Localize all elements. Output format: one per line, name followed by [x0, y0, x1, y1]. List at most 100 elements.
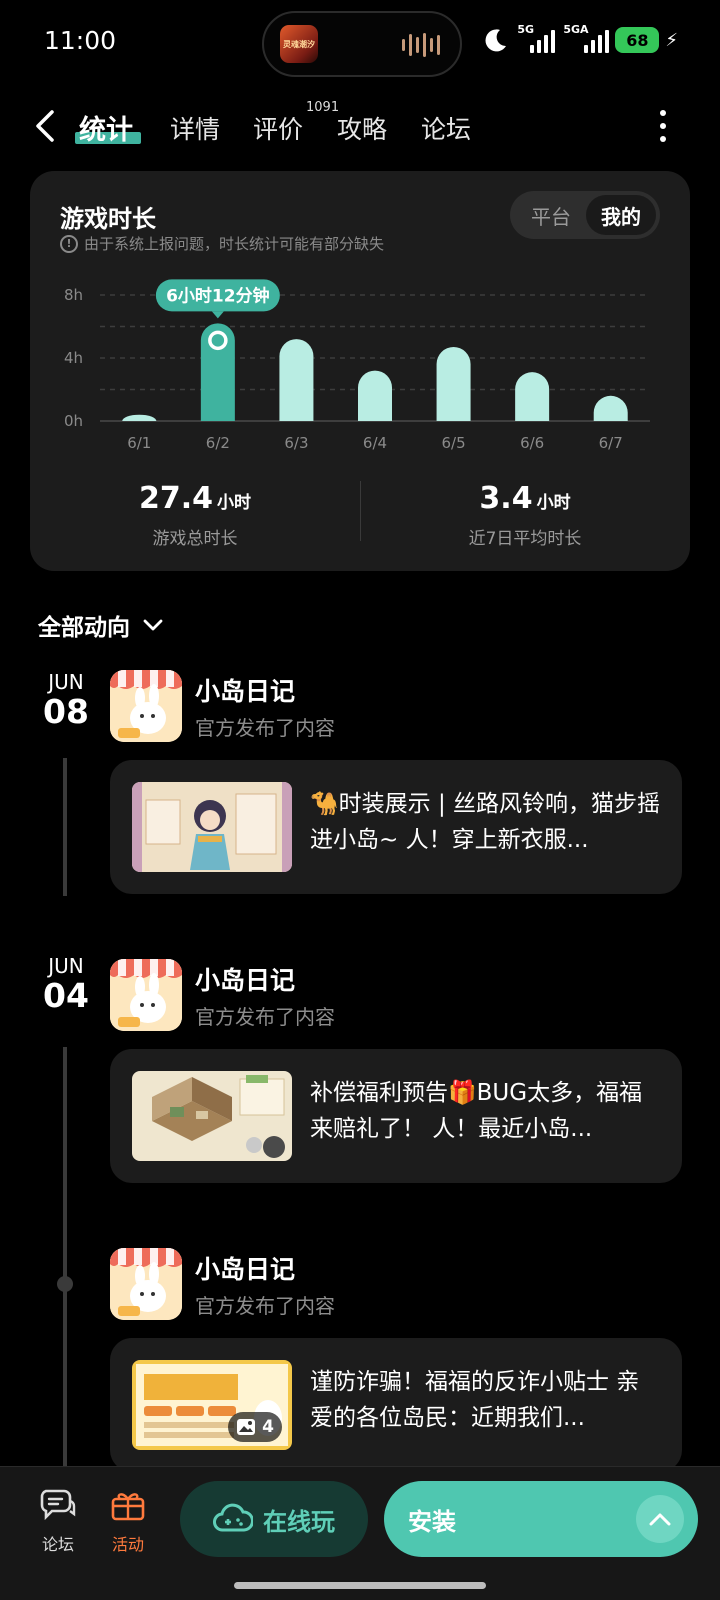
info-icon: !	[60, 234, 78, 253]
post-card[interactable]: 🐪时装展示 | 丝路风铃响，猫步摇进小岛~ 人！穿上新衣服...	[110, 760, 682, 894]
post-action: 官方发布了内容	[195, 716, 335, 740]
date-month: JUN	[48, 670, 84, 694]
timeline-dot	[57, 1276, 73, 1292]
tab-guides[interactable]: 攻略	[337, 110, 387, 146]
activity-label: 活动	[111, 1535, 144, 1554]
chart-bar-6-2[interactable]	[200, 323, 235, 421]
tab-reviews[interactable]: 评价	[253, 110, 303, 146]
card-note: ! 由于系统上报问题，时长统计可能有部分缺失	[60, 233, 384, 254]
card-title: 游戏时长	[60, 205, 156, 233]
forum-button[interactable]: 论坛	[28, 1487, 88, 1555]
y-tick-label: 0h	[64, 412, 83, 430]
avg-label: 近7日平均时长	[468, 529, 582, 549]
island-app-label: 灵魂潮汐	[283, 39, 315, 49]
play-online-button[interactable]: 在线玩	[180, 1481, 368, 1557]
x-tick-label: 6/3	[284, 434, 308, 452]
chart-bar-6-3[interactable]	[279, 339, 314, 421]
bottom-action-bar: 论坛 活动 在线玩 安装	[0, 1466, 720, 1600]
y-tick-label: 4h	[64, 349, 83, 367]
chart-bar-6-4[interactable]	[358, 370, 392, 421]
chart-bar-6-7[interactable]	[593, 395, 628, 421]
chevron-up-icon	[649, 1513, 671, 1526]
gift-icon	[111, 1493, 145, 1521]
activity-filter-dropdown[interactable]: 全部动向	[38, 608, 164, 642]
avg-value: 3.4	[479, 481, 533, 516]
home-indicator[interactable]	[234, 1582, 486, 1589]
post-thumbnail: 4	[132, 1360, 292, 1450]
tab-forum[interactable]: 论坛	[421, 110, 471, 146]
image-count: 4	[262, 1417, 274, 1437]
post-text: 谨防诈骗！福福的反诈小贴士 亲爱的各位岛民：近期我们...	[310, 1369, 640, 1431]
status-bar: 11:00 灵魂潮汐 5G 5GA 68 ⚡	[0, 0, 720, 86]
dynamic-island[interactable]: 灵魂潮汐	[262, 11, 462, 77]
signal-icon: 5GA	[561, 23, 610, 55]
app-icon: 灵魂潮汐	[280, 25, 318, 63]
review-count-badge: 1091	[306, 100, 340, 115]
date-day: 08	[43, 692, 89, 731]
image-count-badge: 4	[228, 1412, 282, 1442]
post-action: 官方发布了内容	[195, 1005, 335, 1029]
activity-button[interactable]: 活动	[98, 1487, 158, 1555]
tab-details[interactable]: 详情	[170, 110, 220, 146]
top-nav: 统计 详情 评价 1091 攻略 论坛	[0, 100, 720, 156]
date-month: JUN	[48, 954, 84, 978]
install-label: 安装	[408, 1508, 456, 1536]
tooltip-text: 6小时12分钟	[166, 285, 270, 306]
post-card[interactable]: 4 谨防诈骗！福福的反诈小贴士 亲爱的各位岛民：近期我们...	[110, 1338, 682, 1472]
clock: 11:00	[44, 26, 117, 55]
date-day: 04	[43, 976, 89, 1015]
poster-name[interactable]: 小岛日记	[195, 672, 295, 708]
play-online-label: 在线玩	[263, 1507, 335, 1536]
poster-name[interactable]: 小岛日记	[195, 1250, 295, 1286]
total-value: 27.4	[138, 481, 214, 516]
playtime-summary: 27.4 小时 游戏总时长 3.4 小时 近7日平均时长	[30, 481, 690, 551]
total-label: 游戏总时长	[152, 529, 238, 549]
image-icon	[237, 1419, 256, 1435]
playtime-bar-chart: 0h 4h 8h 6/1 6/2 6小时12分钟 6/3 6/4 6/5 6/6 6/7	[64, 279, 650, 452]
chat-bubbles-icon	[40, 1489, 76, 1521]
filter-label: 全部动向	[38, 615, 130, 641]
forum-label: 论坛	[41, 1535, 74, 1554]
avatar[interactable]	[110, 1248, 182, 1320]
timeline-line	[63, 1047, 67, 1466]
more-options-icon[interactable]	[658, 110, 668, 142]
moon-icon	[485, 29, 507, 52]
feed-date: JUN 04	[38, 954, 94, 1015]
x-tick-label: 6/5	[442, 434, 466, 452]
x-tick-label: 6/4	[363, 434, 387, 452]
toggle-mine[interactable]: 我的	[586, 195, 656, 235]
y-tick-label: 8h	[64, 286, 83, 304]
signal-icon: 5G	[515, 23, 556, 55]
cloud-gamepad-icon	[213, 1503, 253, 1532]
note-text: 由于系统上报问题，时长统计可能有部分缺失	[84, 235, 385, 253]
x-tick-label: 6/1	[127, 434, 151, 452]
expand-up-button[interactable]	[636, 1495, 684, 1543]
x-tick-label: 6/2	[206, 434, 230, 452]
chart-bar-6-5[interactable]	[436, 346, 471, 421]
back-arrow-icon[interactable]	[30, 104, 70, 148]
chart-bar-6-6[interactable]	[515, 372, 550, 421]
avg-unit: 小时	[536, 493, 571, 513]
toggle-platform[interactable]: 平台	[516, 195, 586, 235]
tab-statistics[interactable]: 统计	[79, 108, 133, 147]
timeline-line	[63, 758, 67, 896]
system-icons: 5G 5GA 68 ⚡	[483, 22, 678, 58]
chevron-down-icon	[143, 619, 163, 631]
avatar[interactable]	[110, 670, 182, 742]
post-card[interactable]: 补偿福利预告🎁BUG太多，福福来赔礼了！ 人！最近小岛...	[110, 1049, 682, 1183]
total-playtime: 27.4 小时 游戏总时长	[30, 481, 360, 549]
install-button[interactable]: 安装	[384, 1481, 698, 1557]
chart-bar-6-1[interactable]	[122, 414, 157, 421]
post-thumbnail	[132, 782, 292, 872]
playtime-card: 游戏时长 ! 由于系统上报问题，时长统计可能有部分缺失 平台 我的 0h 4h 8h…	[30, 171, 690, 571]
post-text: 🐪时装展示 | 丝路风铃响，猫步摇进小岛~ 人！穿上新衣服...	[310, 791, 660, 853]
x-tick-label: 6/6	[520, 434, 544, 452]
poster-name[interactable]: 小岛日记	[195, 961, 295, 997]
charging-icon: ⚡	[665, 29, 678, 51]
x-tick-label: 6/7	[599, 434, 623, 452]
feed-date: JUN 08	[38, 670, 94, 731]
average-playtime: 3.4 小时 近7日平均时长	[360, 481, 690, 549]
post-action: 官方发布了内容	[195, 1294, 335, 1318]
avatar[interactable]	[110, 959, 182, 1031]
tooltip-pointer	[211, 311, 224, 319]
